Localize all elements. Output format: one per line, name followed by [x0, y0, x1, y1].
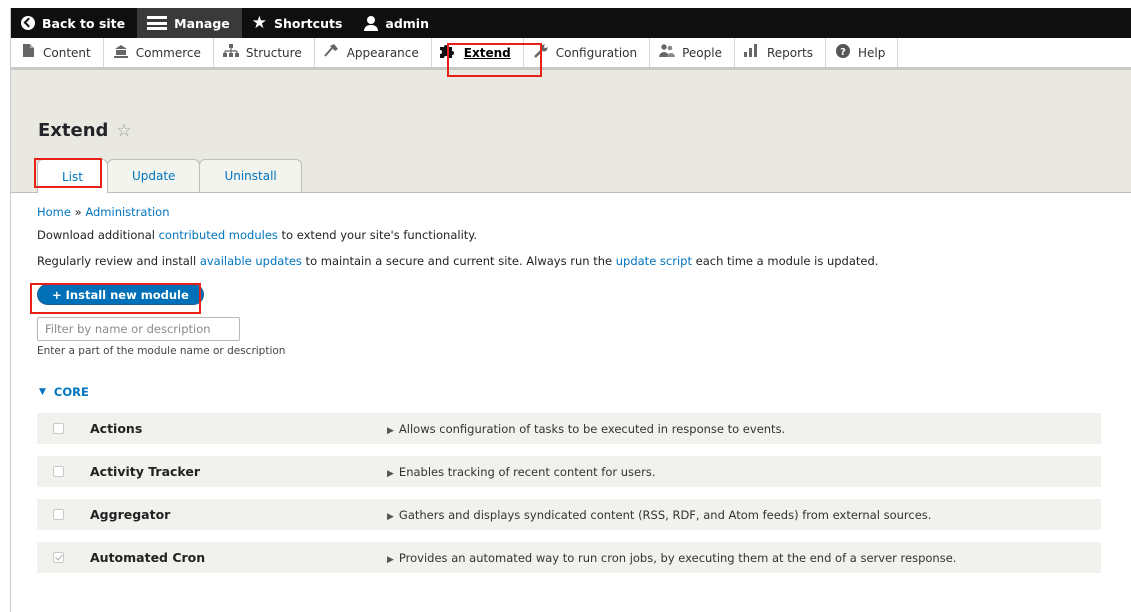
- module-name: Aggregator: [90, 507, 171, 522]
- manage-toggle[interactable]: Manage: [137, 8, 242, 38]
- highlight-install-button: [30, 283, 201, 314]
- intro-text: each time a module is updated.: [691, 254, 879, 268]
- tab-uninstall[interactable]: Uninstall: [199, 159, 302, 192]
- triangle-right-icon: ▶: [387, 511, 394, 522]
- tray-item-content[interactable]: Content: [11, 38, 104, 67]
- core-label: CORE: [53, 385, 89, 399]
- tray-label: Help: [858, 45, 886, 60]
- tray-label: Content: [43, 45, 91, 60]
- triangle-right-icon: ▶: [387, 468, 394, 479]
- module-list: Actions ▶ Allows configuration of tasks t…: [37, 413, 1101, 573]
- tray-label: Structure: [245, 45, 302, 60]
- module-row: Actions ▶ Allows configuration of tasks t…: [37, 413, 1101, 444]
- manage-label: Manage: [174, 15, 230, 31]
- tray-item-reports[interactable]: Reports: [735, 38, 827, 67]
- tray-label: Configuration: [555, 45, 638, 60]
- intro-text: to maintain a secure and current site. A…: [301, 254, 616, 268]
- intro-text: Download additional: [37, 228, 159, 242]
- module-checkbox[interactable]: [53, 552, 64, 563]
- user-icon: [364, 15, 379, 31]
- user-account-toggle[interactable]: admin: [354, 8, 441, 38]
- tray-item-configuration[interactable]: Configuration: [524, 38, 651, 67]
- page-title-text: Extend: [38, 120, 109, 141]
- people-icon: [658, 44, 676, 61]
- module-row: Activity Tracker ▶ Enables tracking of re…: [37, 456, 1101, 487]
- module-checkbox[interactable]: [53, 509, 64, 520]
- module-row: Automated Cron ▶ Provides an automated wa…: [37, 542, 1101, 573]
- module-description-toggle[interactable]: ▶ Allows configuration of tasks to be exe…: [387, 422, 785, 436]
- module-name: Automated Cron: [90, 550, 206, 565]
- intro-text: Regularly review and install: [37, 254, 200, 268]
- tab-update[interactable]: Update: [106, 159, 201, 192]
- module-description: Enables tracking of recent content for u…: [398, 464, 656, 479]
- intro-text: to extend your site's functionality.: [277, 228, 478, 242]
- highlight-list-tab: [34, 158, 102, 188]
- tray-item-structure[interactable]: Structure: [214, 38, 315, 67]
- shortcuts-label: Shortcuts: [274, 15, 343, 31]
- tray-item-people[interactable]: People: [650, 38, 735, 67]
- contributed-modules-link[interactable]: contributed modules: [159, 228, 278, 242]
- breadcrumb-separator: »: [74, 205, 82, 219]
- user-label: admin: [385, 15, 429, 31]
- tray-label: Appearance: [346, 45, 419, 60]
- core-section-toggle[interactable]: ▼ CORE: [37, 385, 1105, 399]
- bar-chart-icon: [743, 44, 761, 61]
- triangle-down-icon: ▼: [39, 387, 46, 397]
- module-description-toggle[interactable]: ▶ Provides an automated way to run cron j…: [387, 551, 956, 565]
- structure-icon: [222, 44, 240, 61]
- breadcrumb-administration[interactable]: Administration: [85, 205, 169, 219]
- admin-menu-tray: Content Commerce Structure Appearance Ex…: [11, 38, 1131, 70]
- tray-label: Commerce: [135, 45, 201, 60]
- highlight-extend: [447, 43, 542, 77]
- admin-toolbar: Back to site Manage ★ Shortcuts admin: [11, 8, 1131, 38]
- hamburger-menu-icon: [147, 16, 168, 30]
- module-checkbox[interactable]: [53, 423, 64, 434]
- page-header: Extend ☆ List Update Uninstall: [11, 70, 1131, 193]
- page-title: Extend ☆: [38, 120, 132, 141]
- back-to-site-link[interactable]: Back to site: [11, 8, 137, 38]
- module-name: Actions: [90, 421, 143, 436]
- help-icon: ?: [834, 43, 852, 62]
- available-updates-link[interactable]: available updates: [200, 254, 302, 268]
- module-row: Aggregator ▶ Gathers and displays syndica…: [37, 499, 1101, 530]
- triangle-right-icon: ▶: [387, 554, 394, 565]
- update-script-link[interactable]: update script: [616, 254, 692, 268]
- content-icon: [19, 44, 37, 61]
- triangle-right-icon: ▶: [387, 425, 394, 436]
- module-description: Allows configuration of tasks to be exec…: [398, 421, 786, 436]
- module-description: Provides an automated way to run cron jo…: [398, 550, 957, 565]
- main-content: Home » Administration Download additiona…: [11, 193, 1131, 573]
- breadcrumb-home[interactable]: Home: [37, 205, 71, 219]
- tray-label: Reports: [766, 45, 814, 60]
- module-description: Gathers and displays syndicated content …: [398, 507, 932, 522]
- tray-item-appearance[interactable]: Appearance: [315, 38, 432, 67]
- intro-line-2: Regularly review and install available u…: [37, 254, 1105, 268]
- module-name: Activity Tracker: [90, 464, 201, 479]
- shortcut-star-icon[interactable]: ☆: [116, 121, 131, 141]
- appearance-icon: [323, 44, 341, 61]
- svg-text:?: ?: [840, 47, 846, 58]
- module-filter-input[interactable]: [37, 317, 240, 341]
- intro-line-1: Download additional contributed modules …: [37, 228, 1105, 242]
- back-arrow-circle-icon: [21, 16, 35, 30]
- shortcuts-toggle[interactable]: ★ Shortcuts: [242, 8, 355, 38]
- module-description-toggle[interactable]: ▶ Gathers and displays syndicated content…: [387, 508, 931, 522]
- commerce-icon: [112, 44, 130, 62]
- module-checkbox[interactable]: [53, 466, 64, 477]
- breadcrumb: Home » Administration: [37, 193, 1105, 219]
- tray-label: People: [682, 45, 722, 60]
- back-to-site-label: Back to site: [42, 15, 126, 31]
- tray-item-commerce[interactable]: Commerce: [104, 38, 214, 67]
- star-icon: ★: [251, 12, 268, 33]
- filter-hint: Enter a part of the module name or descr…: [37, 345, 286, 357]
- tray-item-help[interactable]: ? Help: [826, 38, 899, 67]
- module-description-toggle[interactable]: ▶ Enables tracking of recent content for …: [387, 465, 655, 479]
